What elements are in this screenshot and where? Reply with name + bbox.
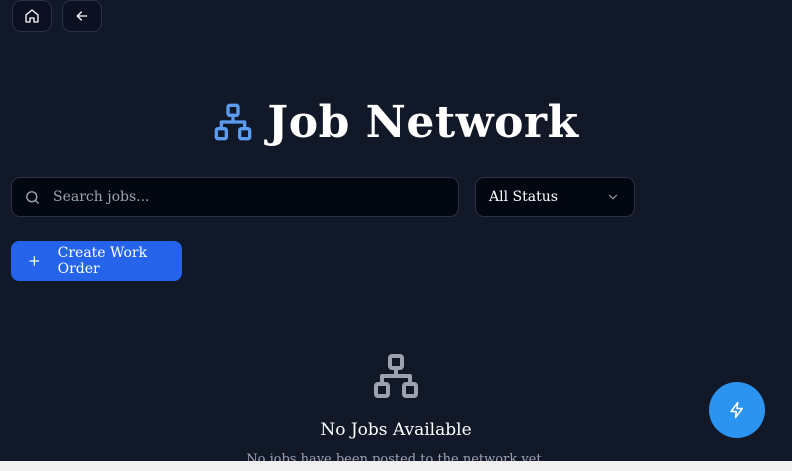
arrow-left-icon bbox=[76, 11, 88, 21]
search-icon bbox=[26, 190, 39, 204]
back-button[interactable] bbox=[62, 0, 102, 32]
search-input[interactable] bbox=[51, 177, 458, 217]
zap-icon bbox=[730, 401, 743, 419]
scrollbar[interactable] bbox=[788, 0, 792, 461]
empty-state-title: No Jobs Available bbox=[320, 420, 472, 440]
home-button[interactable] bbox=[12, 0, 52, 32]
page: Job Network All Status Create Work Order… bbox=[0, 0, 792, 471]
horizontal-scrollbar[interactable] bbox=[0, 461, 792, 471]
network-icon bbox=[215, 103, 252, 141]
empty-state: No Jobs Available No jobs have been post… bbox=[0, 352, 792, 467]
status-filter-select[interactable]: All Status bbox=[475, 177, 635, 217]
page-title: Job Network bbox=[267, 96, 579, 148]
create-work-order-label: Create Work Order bbox=[57, 245, 148, 277]
create-work-order-button[interactable]: Create Work Order bbox=[11, 241, 182, 281]
search-field[interactable] bbox=[11, 177, 459, 217]
plus-icon bbox=[29, 256, 40, 266]
chevron-down-icon bbox=[608, 194, 618, 200]
home-icon bbox=[25, 9, 39, 23]
status-selected-value: All Status bbox=[489, 189, 558, 205]
quick-action-button[interactable] bbox=[709, 382, 765, 438]
page-header: Job Network bbox=[0, 92, 792, 152]
network-icon bbox=[374, 354, 418, 398]
